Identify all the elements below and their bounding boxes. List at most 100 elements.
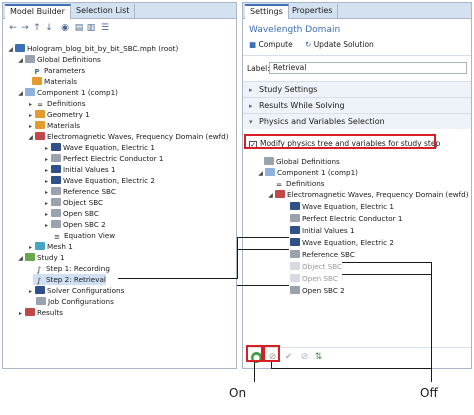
tree-item-parameters[interactable]: P Parameters <box>31 65 85 76</box>
tree-item-open-sbc-2[interactable]: ▸ Open SBC 2 <box>43 219 106 230</box>
tree-label: Global Definitions <box>37 55 101 64</box>
compute-button[interactable]: ■ Compute <box>249 39 293 50</box>
down-icon[interactable]: ↓ <box>43 22 55 34</box>
tree-label: Initial Values 1 <box>302 226 355 235</box>
materials-icon <box>32 77 42 85</box>
settings-title: Wavelength Domain <box>249 25 341 35</box>
section-study-settings[interactable]: ▸ Study Settings <box>243 81 471 97</box>
tab-model-builder[interactable]: Model Builder <box>5 4 71 19</box>
list-icon[interactable]: ☰ <box>99 22 111 34</box>
expand-icon[interactable]: ▥ <box>85 22 97 34</box>
tree-label: Perfect Electric Conductor 1 <box>302 214 403 223</box>
tree-label: Wave Equation, Electric 2 <box>63 176 155 185</box>
tree-label: Study 1 <box>37 253 65 262</box>
tree-item-initial-values[interactable]: ▸ Initial Values 1 <box>43 164 116 175</box>
physics-tree-open-sbc-2[interactable]: Open SBC 2 <box>289 285 345 296</box>
tab-selection-list[interactable]: Selection List <box>71 4 136 19</box>
tree-item-pec[interactable]: ▸ Perfect Electric Conductor 1 <box>43 153 163 164</box>
callout-line <box>237 285 289 286</box>
forward-icon[interactable]: → <box>19 22 31 34</box>
physics-tree-global-definitions[interactable]: Global Definitions <box>263 156 340 167</box>
tree-item-results[interactable]: ▸ Results <box>17 307 63 318</box>
tree-item-wave-eq-2[interactable]: ▸ Wave Equation, Electric 2 <box>43 175 155 186</box>
up-icon[interactable]: ↑ <box>31 22 43 34</box>
back-icon[interactable]: ← <box>7 22 19 34</box>
physics-tree-object-sbc[interactable]: Object SBC <box>289 261 342 272</box>
collapse-icon[interactable]: ▤ <box>73 22 85 34</box>
reset-icon[interactable]: ⊘ <box>299 352 310 363</box>
solver-icon <box>35 286 45 294</box>
tree-item-equation-view[interactable]: ≡ Equation View <box>51 230 115 241</box>
compute-label: Compute <box>258 40 293 49</box>
boundary-icon <box>290 286 300 294</box>
expand-toggle-icon[interactable]: ▸ <box>17 308 24 319</box>
physics-tree-wave-eq-1[interactable]: Wave Equation, Electric 1 <box>289 201 394 212</box>
section-results-while-solving[interactable]: ▸ Results While Solving <box>243 97 471 113</box>
tree-item-definitions[interactable]: ▸ = Definitions <box>27 98 86 109</box>
tree-item-solver-configs[interactable]: ▸ Solver Configurations <box>27 285 124 296</box>
tree-item-component[interactable]: ◢ Component 1 (comp1) <box>17 87 118 98</box>
tree-item-root[interactable]: ◢ Hologram_blog_bit_by_bit_SBC.mph (root) <box>7 43 178 54</box>
show-icon[interactable]: ◉ <box>59 22 71 34</box>
tree-label: Reference SBC <box>63 187 116 196</box>
tree-item-reference-sbc[interactable]: ▸ Reference SBC <box>43 186 116 197</box>
callout-line <box>118 278 238 279</box>
physics-tree-open-sbc[interactable]: Open SBC <box>289 273 338 284</box>
tree-item-study[interactable]: ◢ Study 1 <box>17 252 65 263</box>
expand-toggle-icon[interactable]: ▸ <box>27 286 34 297</box>
tree-label: Open SBC 2 <box>63 220 106 229</box>
collapse-toggle-icon[interactable]: ◢ <box>267 190 274 201</box>
tree-item-materials[interactable]: ▸ Materials <box>27 120 80 131</box>
solve-for-icon[interactable]: ⇅ <box>313 352 324 363</box>
collapse-toggle-icon[interactable]: ◢ <box>17 253 24 264</box>
section-physics-variables[interactable]: ▾ Physics and Variables Selection <box>243 113 471 129</box>
physics-tree-component[interactable]: ◢ Component 1 (comp1) <box>257 167 358 178</box>
tree-item-step1[interactable]: ∫ Step 1: Recording <box>33 263 110 274</box>
expand-toggle-icon[interactable]: ▸ <box>43 220 50 231</box>
tree-item-step2[interactable]: ∫ Step 2: Retrieval <box>33 274 106 285</box>
callout-line <box>342 262 432 263</box>
tree-item-geometry[interactable]: ▸ Geometry 1 <box>27 109 90 120</box>
physics-tree-initial-values[interactable]: Initial Values 1 <box>289 225 355 236</box>
tree-label: Open SBC 2 <box>302 286 345 295</box>
tree-item-wave-eq-1[interactable]: ▸ Wave Equation, Electric 1 <box>43 142 155 153</box>
tree-item-object-sbc[interactable]: ▸ Object SBC <box>43 197 103 208</box>
collapse-toggle-icon[interactable]: ◢ <box>27 132 34 143</box>
compute-icon: ■ <box>249 40 257 49</box>
tree-label: Definitions <box>47 99 86 108</box>
physics-tree-ewfd[interactable]: ◢ Electromagnetic Waves, Frequency Domain… <box>267 189 469 200</box>
callout-line <box>431 262 432 382</box>
tree-label: Component 1 (comp1) <box>37 88 118 97</box>
physics-tree-wave-eq-2[interactable]: Wave Equation, Electric 2 <box>289 237 394 248</box>
wave-equation-icon <box>51 176 61 184</box>
tree-item-ewfd[interactable]: ◢ Electromagnetic Waves, Frequency Domain… <box>27 131 229 142</box>
collapse-toggle-icon[interactable]: ◢ <box>17 88 24 99</box>
collapse-toggle-icon[interactable]: ◢ <box>17 55 24 66</box>
check-icon[interactable]: ✔ <box>283 352 294 363</box>
tree-label: Initial Values 1 <box>63 165 116 174</box>
tree-label: Reference SBC <box>302 250 355 259</box>
model-file-icon <box>15 44 25 52</box>
tree-item-open-sbc[interactable]: ▸ Open SBC <box>43 208 99 219</box>
initial-values-icon <box>51 165 61 173</box>
label-caption: Label: <box>247 64 270 73</box>
tab-properties[interactable]: Properties <box>287 4 339 19</box>
physics-tree-pec[interactable]: Perfect Electric Conductor 1 <box>289 213 402 224</box>
collapse-toggle-icon[interactable]: ◢ <box>257 168 264 179</box>
tree-label: Geometry 1 <box>47 110 90 119</box>
boundary-icon <box>290 214 300 222</box>
update-solution-button[interactable]: ↻ Update Solution <box>305 39 374 50</box>
tree-item-global-definitions[interactable]: ◢ Global Definitions <box>17 54 101 65</box>
tree-item-materials-global[interactable]: Materials <box>31 76 77 87</box>
initial-values-icon <box>290 226 300 234</box>
tree-item-job-configs[interactable]: Job Configurations <box>35 296 114 307</box>
physics-tree-definitions[interactable]: = Definitions <box>273 178 325 189</box>
collapse-toggle-icon[interactable]: ◢ <box>7 44 14 55</box>
tree-item-mesh[interactable]: ▸ Mesh 1 <box>27 241 73 252</box>
tab-settings[interactable]: Settings <box>245 4 289 19</box>
label-input[interactable]: Retrieval <box>269 62 467 74</box>
tree-label: Wave Equation, Electric 1 <box>302 202 394 211</box>
physics-tree-reference-sbc[interactable]: Reference SBC <box>289 249 355 260</box>
globe-icon <box>264 157 274 165</box>
results-icon <box>25 308 35 316</box>
